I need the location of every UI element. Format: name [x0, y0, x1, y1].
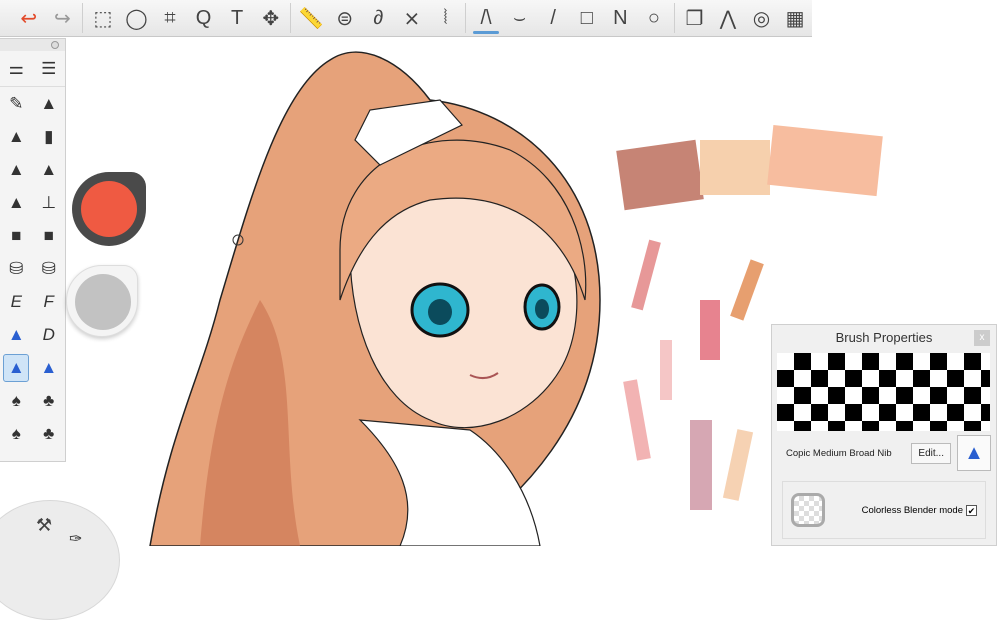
- close-button[interactable]: x: [974, 330, 990, 346]
- secondary-color-swatch: [75, 274, 131, 330]
- paint-bucket-icon[interactable]: ⛁: [3, 255, 29, 283]
- rectangle-icon[interactable]: □: [570, 1, 604, 35]
- blender-mode-label: Colorless Blender mode: [861, 504, 963, 516]
- ellipse-guide-icon[interactable]: ⊜: [328, 1, 362, 35]
- symmetry-x-icon[interactable]: ⨯: [395, 1, 429, 35]
- copic-wide-brush-icon[interactable]: ▲: [36, 354, 62, 382]
- rectangle-select-icon[interactable]: ⬚: [86, 1, 120, 35]
- airbrush-icon[interactable]: ⊥: [36, 189, 62, 217]
- copic-library-icon[interactable]: ▦: [778, 1, 812, 35]
- hard-eraser-icon[interactable]: ■: [3, 222, 29, 250]
- zoom-icon[interactable]: Q: [187, 1, 221, 35]
- felt-pen-brush-icon[interactable]: ▲: [36, 156, 62, 184]
- color-wheel-icon[interactable]: ◎: [745, 1, 779, 35]
- text-icon[interactable]: T: [220, 1, 254, 35]
- freehand-stroke-icon[interactable]: /\: [469, 1, 503, 35]
- layers-icon[interactable]: ❐: [678, 1, 712, 35]
- redo-icon[interactable]: ↪: [46, 1, 80, 35]
- crop-icon[interactable]: ⌗: [153, 1, 187, 35]
- lasso-icon[interactable]: ◯: [120, 1, 154, 35]
- primary-color-puck[interactable]: [72, 172, 146, 246]
- fineliner-brush-icon[interactable]: ▲: [3, 189, 29, 217]
- paintbrush-flat-icon[interactable]: ♠: [3, 420, 29, 448]
- technical-pen-brush-icon[interactable]: ▲: [36, 90, 62, 118]
- tools-icon[interactable]: ⚒: [36, 515, 52, 536]
- panel-title: Brush Properties: [835, 330, 933, 345]
- paintbrush-angled-icon[interactable]: ♣: [36, 420, 62, 448]
- french-curve-icon[interactable]: ∂: [362, 1, 396, 35]
- toolbar-separator: [82, 3, 84, 33]
- paintbrush-round-icon[interactable]: ♠: [3, 387, 29, 415]
- symmetry-y-icon[interactable]: ⦚: [429, 1, 463, 35]
- brush-palette: ⚌ ☰ ✎ ▲ ▲ ▮ ▲ ▲ ▲ ⊥ ■ ■ ⛁ ⛁ EF ▲ D ▲ ▲ ♠ ♣ ♠ ♣: [0, 38, 66, 462]
- edit-button[interactable]: Edit...: [911, 442, 951, 464]
- brush-preview: [777, 353, 990, 431]
- primary-color-swatch: [81, 181, 137, 237]
- undo-icon[interactable]: ↩: [12, 1, 46, 35]
- brushes-icon[interactable]: ⋀: [711, 1, 745, 35]
- toolbar-separator: [673, 3, 675, 33]
- chisel-marker-brush-icon[interactable]: ▮: [36, 123, 62, 151]
- copic-e-brush[interactable]: E: [3, 288, 29, 316]
- toolbar-separator: [290, 3, 292, 33]
- colorless-blender-icon[interactable]: [791, 493, 825, 527]
- marker-brush-icon[interactable]: ▲: [3, 123, 29, 151]
- copic-d-brush[interactable]: D: [36, 321, 62, 349]
- copic-f-brush[interactable]: F: [36, 288, 62, 316]
- fill-layer-icon[interactable]: ⛁: [36, 255, 62, 283]
- copic-marker-icon[interactable]: ▲: [957, 435, 991, 471]
- blender-mode-checkbox[interactable]: ✔: [966, 504, 977, 516]
- brush-settings-icon[interactable]: ⚌: [3, 55, 29, 83]
- main-toolbar: ↩ ↪ ⬚ ◯ ⌗ Q T ✥ 📏 ⊜ ∂ ⨯ ⦚/\ ⌣ / □ N ○ ❐ ⋀ ◎ ▦: [0, 0, 812, 37]
- palette-collapse-button[interactable]: [51, 41, 59, 49]
- brush-palette-menu-icon[interactable]: ☰: [36, 55, 62, 83]
- pencil-brush-icon[interactable]: ✎: [3, 90, 29, 118]
- polyline-icon[interactable]: N: [604, 1, 638, 35]
- secondary-color-puck[interactable]: [66, 265, 138, 337]
- toolbar-separator: [465, 3, 467, 33]
- curve-icon[interactable]: ⌣: [503, 1, 537, 35]
- ruler-icon[interactable]: 📏: [294, 1, 328, 35]
- copic-fine-brush-icon[interactable]: ▲: [3, 321, 29, 349]
- ballpoint-brush-icon[interactable]: ▲: [3, 156, 29, 184]
- brush-icon[interactable]: ✑: [69, 529, 82, 549]
- soft-eraser-icon[interactable]: ■: [36, 222, 62, 250]
- move-icon[interactable]: ✥: [254, 1, 288, 35]
- line-icon[interactable]: /: [536, 1, 570, 35]
- brush-name: Copic Medium Broad Nib: [786, 447, 892, 459]
- brush-properties-panel: Brush Properties x Copic Medium Broad Ni…: [771, 324, 997, 546]
- copic-medium-broad-nib-icon[interactable]: ▲: [3, 353, 30, 382]
- paintbrush-fan-icon[interactable]: ♣: [36, 387, 62, 415]
- ellipse-icon[interactable]: ○: [637, 1, 671, 35]
